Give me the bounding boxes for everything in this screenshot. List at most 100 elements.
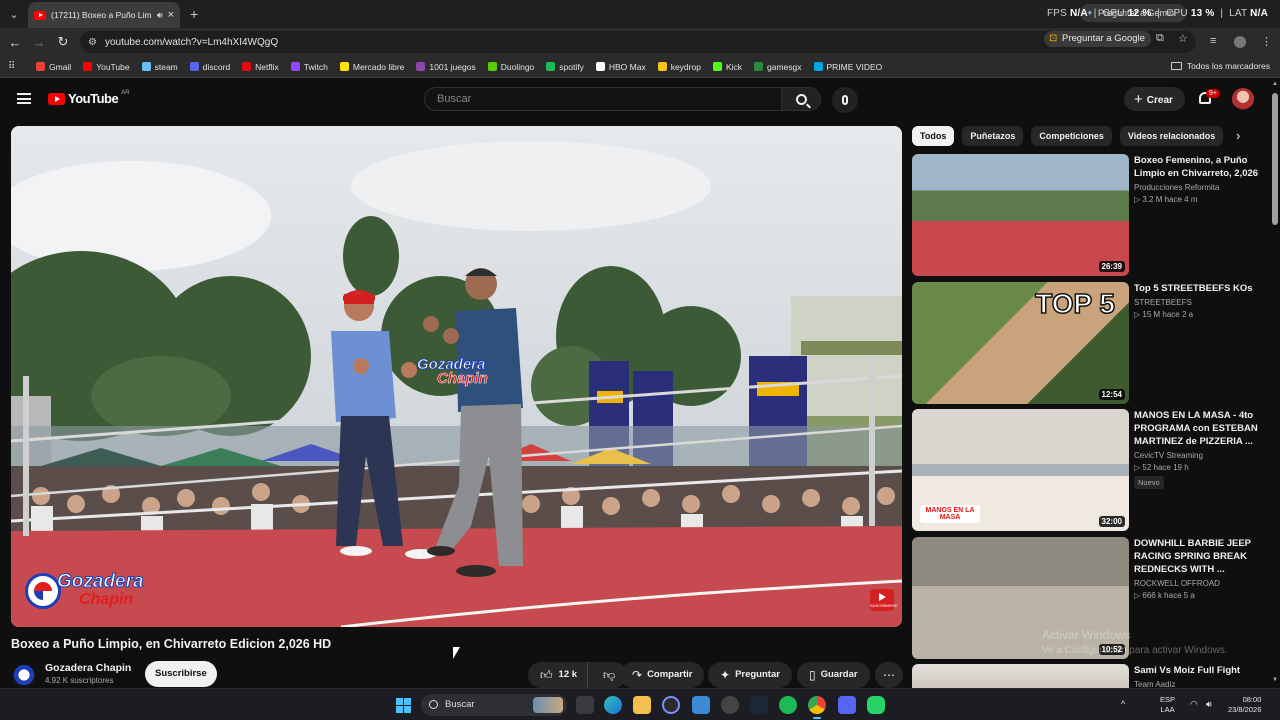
channel-name[interactable]: Gozadera Chapin [45, 662, 131, 674]
search-input[interactable]: Buscar [424, 87, 782, 111]
apps-grid-icon[interactable]: ⠿ [8, 61, 26, 72]
bookmark-item[interactable]: PRIME VIDEO [813, 62, 882, 72]
wifi-icon[interactable]: ◠ [1190, 699, 1198, 710]
language-indicator[interactable]: ESP LAA [1160, 695, 1175, 715]
start-button[interactable] [396, 698, 411, 713]
create-label: Crear [1146, 95, 1173, 106]
forward-icon[interactable]: → [27, 30, 51, 54]
back-icon[interactable]: ← [3, 30, 27, 54]
voice-search-button[interactable] [832, 87, 858, 113]
recommended-video[interactable]: Sami Vs Moiz Full Fight Team Aadiz [912, 664, 1272, 694]
channel-avatar[interactable] [11, 662, 37, 688]
settings-gear-icon[interactable] [721, 696, 739, 714]
subscribe-watermark-button[interactable]: SUSCRIBIRSE [870, 589, 897, 611]
filter-chip[interactable]: Competiciones [1031, 126, 1112, 146]
recommended-video[interactable]: 26:39 Boxeo Femenino, a Puño Limpio en Ch… [912, 154, 1272, 276]
page-scrollbar[interactable]: ▲ ▼ [1270, 79, 1280, 688]
chips-next-arrow-icon[interactable]: › [1236, 128, 1240, 143]
recommended-video-title[interactable]: Boxeo Femenino, a Puño Limpio en Chivarr… [1134, 154, 1262, 180]
bookmark-star-icon[interactable]: ☆ [1178, 32, 1188, 45]
recommended-video[interactable]: TOP 5 12:54 Top 5 STREETBEEFS KOs STREETBEE… [912, 282, 1272, 404]
recommended-video-title[interactable]: Sami Vs Moiz Full Fight [1134, 664, 1262, 677]
browser-tab-active[interactable]: (17211) Boxeo a Puño Limpio 🔊︎ × [28, 2, 180, 28]
filter-chip[interactable]: Todos [912, 126, 955, 146]
profile-avatar-icon[interactable] [1234, 36, 1246, 48]
ask-google-button[interactable]: Preguntar a Google [1044, 31, 1151, 47]
volume-icon[interactable]: 🔊︎ [1206, 699, 1212, 710]
browser-menu-icon[interactable]: ⋮ [1261, 35, 1272, 48]
create-button[interactable]: + Crear [1124, 87, 1185, 111]
like-button[interactable]: 👍︎ 12 k [528, 662, 589, 688]
tray-overflow-icon[interactable]: ^ [1121, 699, 1125, 709]
save-button[interactable]: ▯ Guardar [797, 662, 870, 688]
recommended-video-title[interactable]: DOWNHILL BARBIE JEEP RACING SPRING BREAK… [1134, 537, 1262, 576]
bookmark-item[interactable]: spotify [546, 62, 584, 72]
recommended-video-channel[interactable]: CevicTV Streaming [1134, 451, 1262, 460]
bookmark-item[interactable]: 1001 juegos [416, 62, 476, 72]
cpu-value: 13 % [1190, 8, 1215, 19]
video-thumbnail[interactable]: 26:39 [912, 154, 1129, 276]
bookmark-item[interactable]: Netflix [242, 62, 279, 72]
url-text[interactable]: youtube.com/watch?v=Lm4hXI4WQgQ [105, 37, 278, 48]
filter-chip[interactable]: Puñetazos [962, 126, 1024, 146]
bookmark-item[interactable]: Kick [712, 62, 742, 72]
tab-close-icon[interactable]: × [168, 9, 174, 21]
video-title: Boxeo a Puño Limpio, en Chivarreto Edici… [11, 637, 332, 651]
recommended-video[interactable]: MANOS EN LA MASA 32:00 MANOS EN LA MASA - … [912, 409, 1272, 531]
account-avatar[interactable] [1232, 88, 1254, 110]
reading-list-icon[interactable]: ≡ [1210, 35, 1216, 47]
task-view-icon[interactable] [576, 696, 594, 714]
guide-menu-icon[interactable] [17, 93, 31, 104]
recommended-video-title[interactable]: Top 5 STREETBEEFS KOs [1134, 282, 1262, 295]
recommended-video-stats: ▷ 666 k hace 5 a [1134, 591, 1262, 600]
install-app-icon[interactable]: ⧉ [1156, 32, 1164, 45]
file-explorer-icon[interactable] [633, 696, 651, 714]
video-player[interactable]: Gozadera Chapin Gozadera Chapin SUSCRIBI… [11, 126, 902, 627]
spotify-icon[interactable] [779, 696, 797, 714]
recommended-video-channel[interactable]: Producciones Reformita [1134, 183, 1262, 192]
bookmark-item[interactable]: steam [141, 62, 178, 72]
site-info-icon[interactable]: ⚙ [88, 37, 97, 48]
recommended-video-title[interactable]: MANOS EN LA MASA - 4to PROGRAMA con ESTE… [1134, 409, 1262, 448]
cortana-icon[interactable] [662, 696, 680, 714]
edge-icon[interactable] [604, 696, 622, 714]
bookmark-item[interactable]: Twitch [290, 62, 328, 72]
chrome-icon[interactable] [808, 696, 826, 719]
store-icon[interactable] [692, 696, 710, 714]
reload-icon[interactable]: ↻ [51, 30, 75, 54]
scroll-up-arrow-icon[interactable]: ▲ [1272, 81, 1278, 87]
video-thumbnail[interactable]: TOP 5 12:54 [912, 282, 1129, 404]
scrollbar-thumb[interactable] [1272, 93, 1278, 225]
bookmark-item[interactable]: Duolingo [487, 62, 534, 72]
share-button[interactable]: ↷ Compartir [620, 662, 705, 688]
discord-icon[interactable] [838, 696, 856, 714]
clock[interactable]: 08:00 23/8/2026 [1228, 695, 1261, 715]
folder-icon [1170, 62, 1182, 70]
bookmark-item[interactable]: discord [189, 62, 230, 72]
search-button[interactable] [781, 87, 821, 111]
more-actions-button[interactable]: ⋯ [875, 662, 903, 688]
bookmark-item[interactable]: keydrop [657, 62, 701, 72]
bookmark-item[interactable]: YouTube [83, 62, 130, 72]
taskbar-search[interactable]: Buscar [421, 694, 567, 716]
address-bar[interactable]: ⚙ youtube.com/watch?v=Lm4hXI4WQgQ [80, 31, 1196, 53]
filter-chip[interactable]: Videos relacionados [1119, 126, 1224, 146]
video-thumbnail[interactable]: MANOS EN LA MASA 32:00 [912, 409, 1129, 531]
bookmark-item[interactable]: gamesgx [754, 62, 802, 72]
whatsapp-icon[interactable] [867, 696, 885, 714]
all-bookmarks-folder[interactable]: Todos los marcadores [1170, 61, 1270, 71]
recommended-video-channel[interactable]: ROCKWELL OFFROAD [1134, 579, 1262, 588]
recommended-video-channel[interactable]: STREETBEEFS [1134, 298, 1262, 307]
bookmark-item[interactable]: HBO Max [595, 62, 646, 72]
subscribe-button[interactable]: Suscribirse [145, 661, 217, 687]
youtube-logo[interactable]: YouTube AR [48, 90, 130, 106]
tab-audio-icon[interactable]: 🔊︎ [157, 10, 163, 21]
new-tab-icon[interactable]: + [190, 6, 198, 22]
bookmark-item[interactable]: Gmail [36, 62, 71, 72]
performance-overlay: FPS N/A | GPU 12 % | CPU 13 % | LAT N/A [1046, 8, 1268, 19]
steam-icon[interactable] [750, 696, 768, 714]
bookmark-item[interactable]: Mercado libre [339, 62, 404, 72]
ask-button[interactable]: ✦ Preguntar [708, 662, 792, 688]
scroll-down-arrow-icon[interactable]: ▼ [1272, 677, 1278, 683]
tab-search-icon[interactable]: ⌄ [0, 0, 28, 28]
